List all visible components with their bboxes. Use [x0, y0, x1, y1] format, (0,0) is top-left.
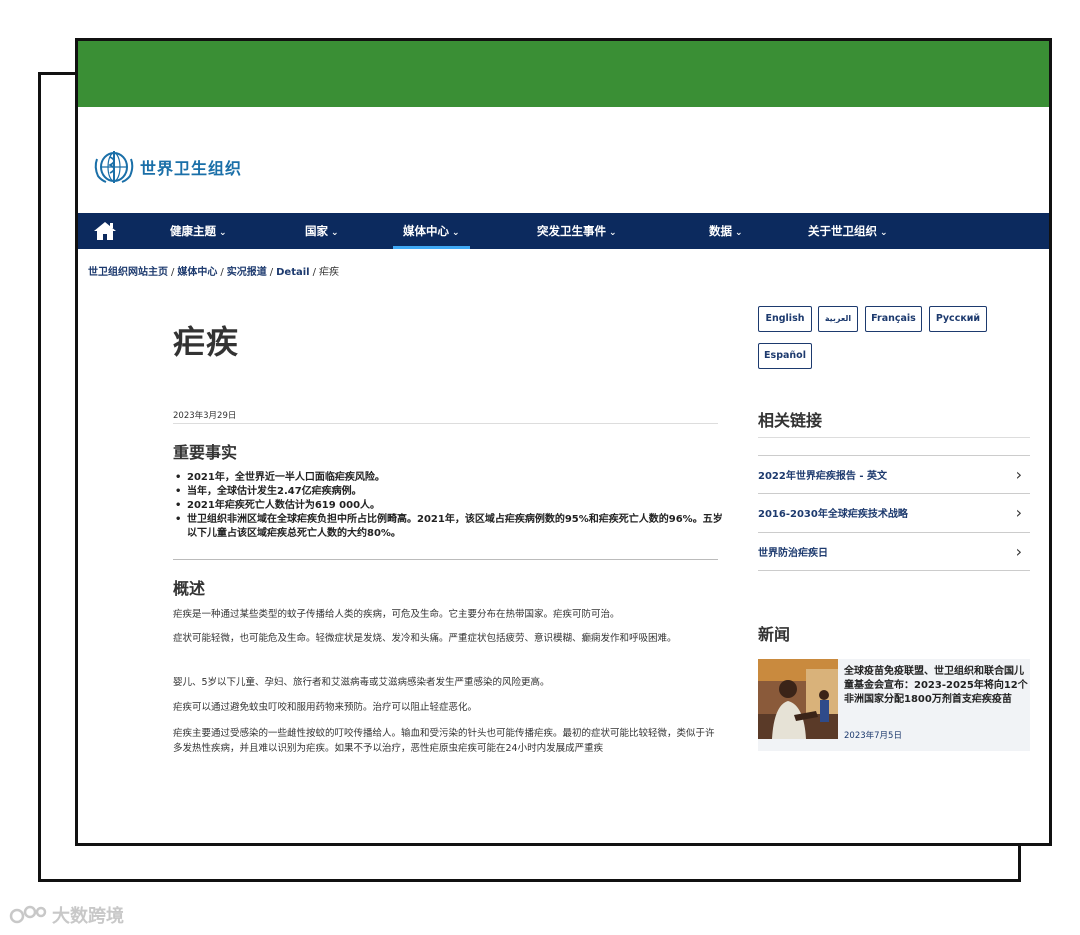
chevron-down-icon: ⌄	[331, 228, 339, 238]
breadcrumb: 世卫组织网站主页 / 媒体中心 / 实况报道 / Detail / 疟疾	[88, 263, 339, 278]
chevron-down-icon: ⌄	[219, 228, 227, 238]
watermark-text: 大数跨境	[52, 906, 124, 927]
key-facts-list: 2021年，全世界近一半人口面临疟疾风险。 当年，全球估计发生2.47亿疟疾病例…	[173, 471, 723, 541]
related-link-technical-strategy[interactable]: 2016-2030年全球疟疾技术战略 ›	[758, 493, 1030, 531]
related-link-malaria-report[interactable]: 2022年世界疟疾报告 - 英文 ›	[758, 455, 1030, 493]
news-title: 全球疫苗免疫联盟、世卫组织和联合国儿童基金会宣布：2023-2025年将向12个…	[844, 666, 1028, 705]
news-heading: 新闻	[758, 625, 791, 644]
overview-heading: 概述	[173, 579, 206, 598]
chevron-right-icon: ›	[1015, 465, 1022, 484]
org-name: 世界卫生组织	[140, 159, 243, 178]
language-button-arabic[interactable]: العربية	[818, 306, 858, 332]
list-item: 2021年疟疾死亡人数估计为619 000人。	[173, 499, 723, 513]
breadcrumb-separator: /	[220, 267, 224, 278]
nav-item-label: 媒体中心	[403, 224, 449, 238]
breadcrumb-link-fact-sheets[interactable]: 实况报道	[227, 267, 267, 278]
related-link-label: 世界防治疟疾日	[758, 548, 828, 559]
chevron-down-icon: ⌄	[735, 228, 743, 238]
breadcrumb-separator: /	[171, 267, 175, 278]
nav-item-health-topics[interactable]: 健康主题 ⌄	[170, 213, 227, 249]
news-date: 2023年7月5日	[844, 731, 902, 741]
list-item: 2021年，全世界近一半人口面临疟疾风险。	[173, 471, 723, 485]
publish-date: 2023年3月29日	[173, 411, 237, 421]
browser-page-frame: 世界卫生组织 健康主题 ⌄ 国家 ⌄ 媒体中心 ⌄ 突发卫生事件 ⌄ 数据 ⌄ 关于世卫组…	[75, 38, 1052, 846]
divider	[173, 559, 718, 560]
nav-item-about-who[interactable]: 关于世卫组织 ⌄	[808, 213, 888, 249]
nav-item-label: 数据	[709, 224, 732, 238]
related-link-label: 2016-2030年全球疟疾技术战略	[758, 509, 908, 520]
top-green-banner	[78, 41, 1049, 107]
list-item: 当年，全球估计发生2.47亿疟疾病例。	[173, 485, 723, 499]
nav-item-label: 突发卫生事件	[537, 224, 606, 238]
page-title: 疟疾	[173, 323, 240, 361]
chevron-right-icon: ›	[1015, 542, 1022, 561]
who-emblem-icon	[94, 151, 134, 183]
related-link-label: 2022年世界疟疾报告 - 英文	[758, 471, 887, 482]
breadcrumb-separator: /	[269, 267, 274, 278]
main-navigation: 健康主题 ⌄ 国家 ⌄ 媒体中心 ⌄ 突发卫生事件 ⌄ 数据 ⌄ 关于世卫组织 ⌄	[78, 213, 1049, 249]
watermark: 大数跨境	[8, 902, 124, 928]
language-button-russian[interactable]: Русский	[929, 306, 987, 332]
site-logo[interactable]: 世界卫生组织	[92, 147, 242, 187]
chevron-down-icon: ⌄	[880, 228, 888, 238]
nav-item-label: 关于世卫组织	[808, 224, 877, 238]
related-links-heading: 相关链接	[758, 411, 823, 430]
home-icon[interactable]	[92, 220, 118, 242]
related-link-world-malaria-day[interactable]: 世界防治疟疾日 ›	[758, 532, 1030, 570]
divider	[758, 570, 1030, 571]
divider	[173, 423, 718, 424]
language-button-english[interactable]: English	[758, 306, 812, 332]
nav-item-label: 健康主题	[170, 224, 216, 238]
paragraph: 婴儿、5岁以下儿童、孕妇、旅行者和艾滋病毒或艾滋病感染者发生严重感染的风险更高。	[173, 677, 550, 688]
paragraph: 症状可能轻微，也可能危及生命。轻微症状是发烧、发冷和头痛。严重症状包括疲劳、意识…	[173, 633, 677, 644]
chevron-right-icon: ›	[1015, 503, 1022, 522]
breadcrumb-link-detail[interactable]: Detail	[276, 267, 309, 278]
divider	[758, 437, 1030, 438]
chevron-down-icon: ⌄	[452, 228, 460, 238]
news-thumbnail	[758, 659, 838, 739]
breadcrumb-link-home[interactable]: 世卫组织网站主页	[88, 267, 168, 278]
breadcrumb-separator: /	[312, 267, 316, 278]
watermark-logo-icon	[9, 905, 47, 924]
breadcrumb-link-newsroom[interactable]: 媒体中心	[177, 267, 217, 278]
news-card[interactable]: 全球疫苗免疫联盟、世卫组织和联合国儿童基金会宣布：2023-2025年将向12个…	[758, 659, 1030, 751]
list-item: 世卫组织非洲区域在全球疟疾负担中所占比例畸高。2021年，该区域占疟疾病例数的9…	[173, 513, 723, 541]
key-facts-heading: 重要事实	[173, 443, 238, 462]
nav-item-emergencies[interactable]: 突发卫生事件 ⌄	[537, 213, 617, 249]
breadcrumb-current: 疟疾	[318, 267, 339, 278]
language-button-spanish[interactable]: Español	[758, 343, 812, 369]
nav-item-label: 国家	[305, 224, 328, 238]
nav-item-data[interactable]: 数据 ⌄	[709, 213, 743, 249]
paragraph: 疟疾主要通过受感染的一些雌性按蚊的叮咬传播给人。输血和受污染的针头也可能传播疟疾…	[173, 728, 715, 754]
paragraph: 疟疾可以通过避免蚊虫叮咬和服用药物来预防。治疗可以阻止轻症恶化。	[173, 702, 478, 713]
nav-item-countries[interactable]: 国家 ⌄	[305, 213, 339, 249]
language-button-french[interactable]: Français	[865, 306, 922, 332]
chevron-down-icon: ⌄	[609, 228, 617, 238]
nav-item-newsroom[interactable]: 媒体中心 ⌄	[393, 213, 470, 249]
paragraph: 疟疾是一种通过某些类型的蚊子传播给人类的疾病，可危及生命。它主要分布在热带国家。…	[173, 609, 620, 620]
